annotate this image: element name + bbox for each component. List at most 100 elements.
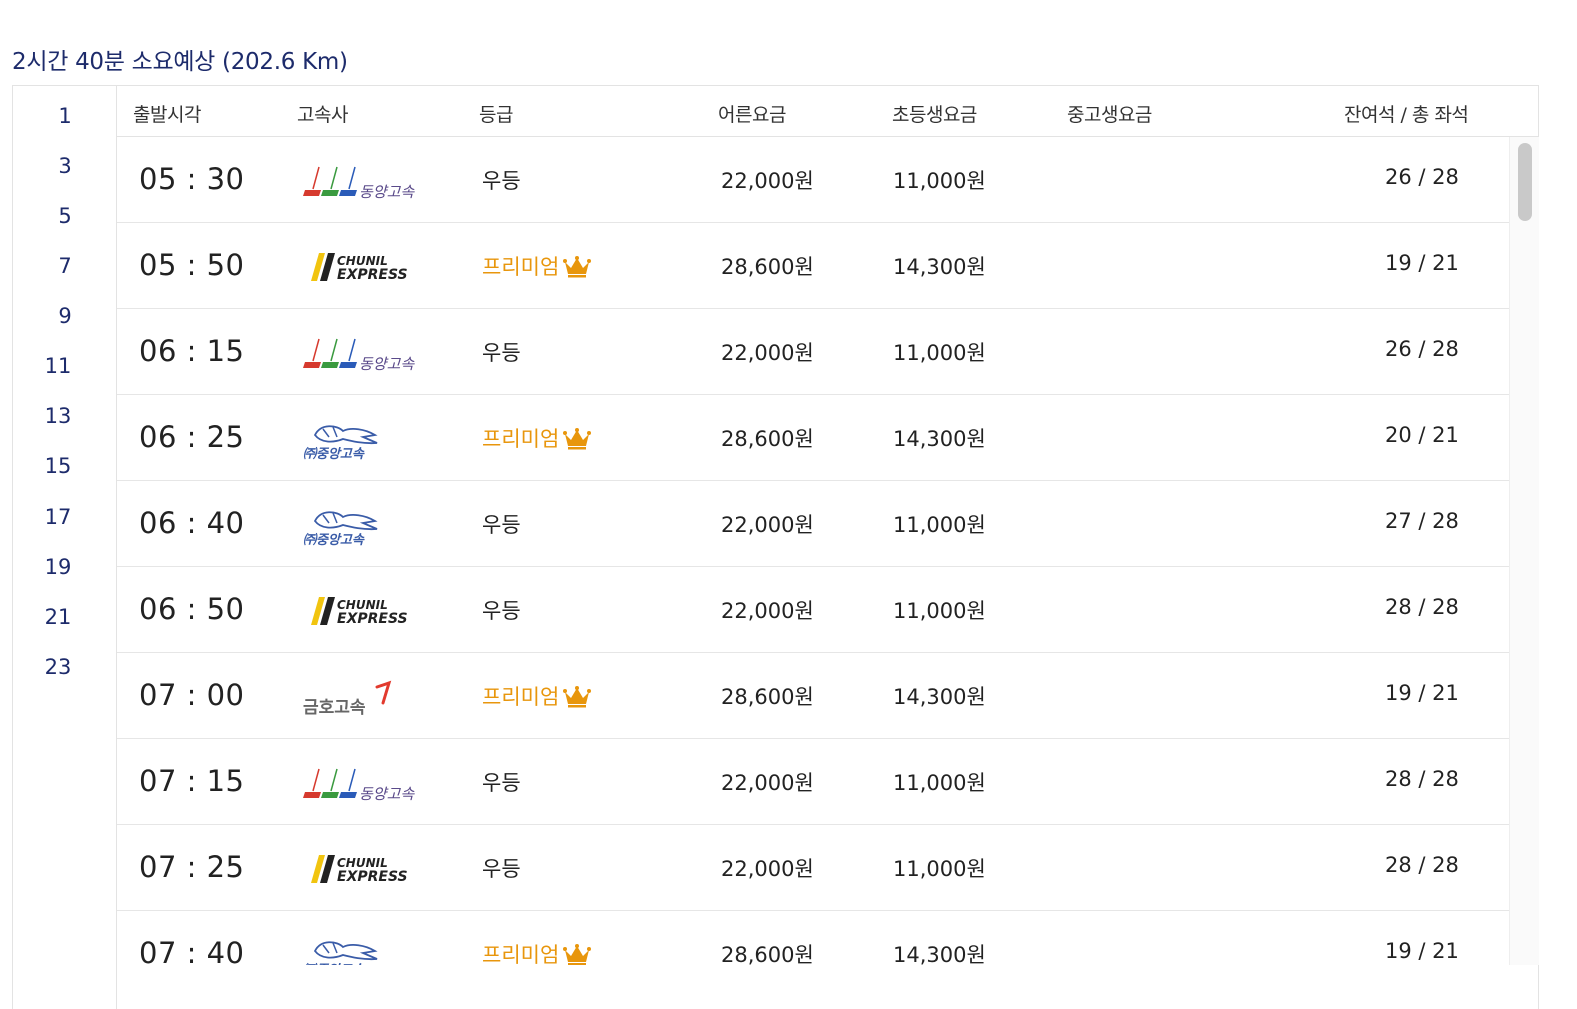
child-fare: 11,000원 — [893, 599, 986, 623]
svg-text:동양고속: 동양고속 — [359, 355, 415, 373]
hour-link[interactable]: 19 — [6, 555, 110, 579]
grade-text: 프리미엄 — [482, 685, 560, 709]
header-child-fare: 초등생요금 — [892, 104, 977, 126]
svg-text:㈜중앙고속: ㈜중앙고속 — [303, 962, 365, 965]
grade-label: 우등 — [482, 165, 521, 195]
svg-text:CHUNIL: CHUNIL — [337, 598, 388, 612]
hour-link[interactable]: 17 — [6, 505, 110, 529]
table-header: 출발시각 고속사 등급 어른요금 초등생요금 중고생요금 잔여석 / 총 좌석 — [117, 86, 1539, 137]
crown-icon — [563, 256, 592, 278]
adult-fare: 22,000원 — [721, 599, 814, 623]
header-adult-fare: 어른요금 — [718, 104, 786, 126]
hour-link[interactable]: 21 — [6, 605, 110, 629]
child-fare: 11,000원 — [893, 771, 986, 795]
company-logo-joongang: ㈜중앙고속 — [303, 417, 433, 462]
departure-time: 05 : 50 — [139, 248, 245, 282]
seats-available: 19 / 21 — [1385, 939, 1459, 963]
child-fare: 11,000원 — [893, 341, 986, 365]
svg-text:EXPRESS: EXPRESS — [337, 611, 408, 627]
departure-time: 07 : 25 — [139, 850, 245, 884]
grade-label: 우등 — [482, 337, 521, 367]
grade-label: 프리미엄 — [482, 681, 592, 711]
company-logo-kumho: 금호고속 — [303, 675, 433, 719]
header-departure-time: 출발시각 — [133, 104, 201, 126]
departure-time: 07 : 40 — [139, 936, 245, 965]
company-logo-joongang: ㈜중앙고속 — [303, 503, 433, 548]
grade-text: 프리미엄 — [482, 427, 560, 451]
adult-fare: 28,600원 — [721, 685, 814, 709]
travel-time-summary: 2시간 40분 소요예상 (202.6 Km) — [12, 49, 348, 75]
table-body: 05 : 30 동양고속 우등 22,000원 11,000원 26 / 28 05 : 5… — [117, 137, 1539, 965]
company-logo-dongyang: 동양고속 — [303, 761, 433, 805]
child-fare: 14,300원 — [893, 427, 986, 451]
seats-available: 19 / 21 — [1385, 681, 1459, 705]
table-row[interactable]: 05 : 30 동양고속 우등 22,000원 11,000원 26 / 28 — [117, 137, 1509, 223]
hour-link[interactable]: 7 — [13, 254, 117, 278]
svg-text:금호고속: 금호고속 — [303, 698, 366, 718]
crown-icon — [563, 428, 592, 450]
hour-link[interactable]: 9 — [13, 304, 117, 328]
adult-fare: 28,600원 — [721, 943, 814, 965]
company-logo-chunil: CHUNIL EXPRESS — [303, 589, 433, 633]
hour-link[interactable]: 5 — [13, 204, 117, 228]
hour-index-column: 1 3 5 7 9 11 13 15 17 19 21 23 — [13, 86, 117, 1009]
departure-time: 06 : 25 — [139, 420, 245, 454]
table-row[interactable]: 06 : 25 ㈜중앙고속 프리미엄 28,600원 14,300원 20 / 21 — [117, 395, 1509, 481]
timetable-panel: 1 3 5 7 9 11 13 15 17 19 21 23 출발시각 고속사 … — [12, 85, 1539, 1009]
grade-label: 우등 — [482, 595, 521, 625]
seats-available: 28 / 28 — [1385, 853, 1459, 877]
company-logo-dongyang: 동양고속 — [303, 159, 433, 203]
child-fare: 14,300원 — [893, 943, 986, 965]
hour-link[interactable]: 11 — [6, 354, 110, 378]
departure-time: 06 : 15 — [139, 334, 245, 368]
table-row[interactable]: 06 : 50 CHUNIL EXPRESS 우등 22,000원 11,000원 28 /… — [117, 567, 1509, 653]
scrollbar[interactable] — [1509, 137, 1539, 965]
header-company: 고속사 — [297, 104, 348, 126]
company-logo-joongang: ㈜중앙고속 — [303, 933, 433, 965]
header-student-fare: 중고생요금 — [1067, 104, 1152, 126]
table-row[interactable]: 07 : 00 금호고속 프리미엄 28,600원 14,300원 19 / 21 — [117, 653, 1509, 739]
table-row[interactable]: 06 : 15 동양고속 우등 22,000원 11,000원 26 / 28 — [117, 309, 1509, 395]
crown-icon — [563, 686, 592, 708]
seats-available: 26 / 28 — [1385, 337, 1459, 361]
table-row[interactable]: 05 : 50 CHUNIL EXPRESS 프리미엄 28,600원 14,300원 19… — [117, 223, 1509, 309]
grade-text: 프리미엄 — [482, 943, 560, 965]
child-fare: 11,000원 — [893, 857, 986, 881]
hour-link[interactable]: 13 — [6, 404, 110, 428]
svg-text:동양고속: 동양고속 — [359, 785, 415, 803]
adult-fare: 22,000원 — [721, 169, 814, 193]
svg-text:EXPRESS: EXPRESS — [337, 267, 408, 283]
svg-text:CHUNIL: CHUNIL — [337, 254, 388, 268]
company-logo-chunil: CHUNIL EXPRESS — [303, 245, 433, 289]
grade-label: 우등 — [482, 853, 521, 883]
child-fare: 11,000원 — [893, 169, 986, 193]
grade-text: 프리미엄 — [482, 255, 560, 279]
grade-label: 프리미엄 — [482, 939, 592, 965]
adult-fare: 28,600원 — [721, 255, 814, 279]
table-row[interactable]: 06 : 40 ㈜중앙고속 우등 22,000원 11,000원 27 / 28 — [117, 481, 1509, 567]
departure-time: 06 : 50 — [139, 592, 245, 626]
hour-link[interactable]: 15 — [6, 454, 110, 478]
table-row[interactable]: 07 : 25 CHUNIL EXPRESS 우등 22,000원 11,000원 28 /… — [117, 825, 1509, 911]
child-fare: 14,300원 — [893, 255, 986, 279]
seats-available: 26 / 28 — [1385, 165, 1459, 189]
bus-schedule-table: 출발시각 고속사 등급 어른요금 초등생요금 중고생요금 잔여석 / 총 좌석 … — [117, 86, 1539, 1009]
seats-available: 27 / 28 — [1385, 509, 1459, 533]
hour-link[interactable]: 3 — [13, 154, 117, 178]
seats-available: 28 / 28 — [1385, 595, 1459, 619]
header-seats: 잔여석 / 총 좌석 — [1344, 104, 1469, 126]
adult-fare: 22,000원 — [721, 513, 814, 537]
grade-label: 프리미엄 — [482, 251, 592, 281]
header-grade: 등급 — [479, 104, 513, 126]
adult-fare: 22,000원 — [721, 857, 814, 881]
child-fare: 14,300원 — [893, 685, 986, 709]
table-row[interactable]: 07 : 40 ㈜중앙고속 프리미엄 28,600원 14,300원 19 / 21 — [117, 911, 1509, 965]
child-fare: 11,000원 — [893, 513, 986, 537]
grade-label: 프리미엄 — [482, 423, 592, 453]
scrollbar-thumb[interactable] — [1518, 143, 1532, 221]
hour-link[interactable]: 1 — [13, 104, 117, 128]
hour-link[interactable]: 23 — [6, 655, 110, 679]
table-row[interactable]: 07 : 15 동양고속 우등 22,000원 11,000원 28 / 28 — [117, 739, 1509, 825]
company-logo-dongyang: 동양고속 — [303, 331, 433, 375]
crown-icon — [563, 944, 592, 965]
